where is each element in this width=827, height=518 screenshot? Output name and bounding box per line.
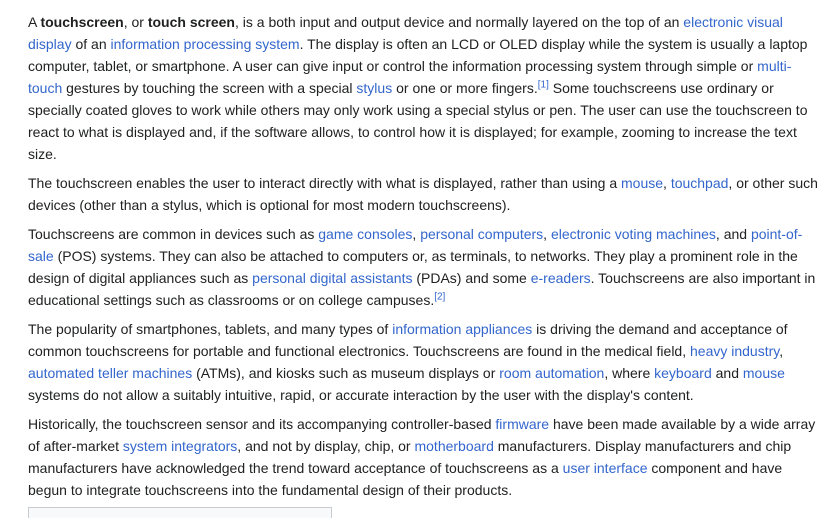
text-run: A: [28, 14, 41, 30]
article-link[interactable]: information appliances: [392, 321, 532, 337]
text-run: ,: [543, 226, 551, 242]
reference-link[interactable]: [1]: [538, 79, 549, 90]
text-run: The touchscreen enables the user to inte…: [28, 175, 621, 191]
reference-marker[interactable]: [2]: [434, 291, 445, 302]
bold-term: touchscreen: [40, 14, 124, 30]
text-run: gestures by touching the screen with a s…: [62, 80, 357, 96]
article-link[interactable]: mouse: [743, 365, 785, 381]
article-body: A touchscreen, or touch screen, is a bot…: [28, 11, 823, 508]
bold-term: touch screen: [147, 14, 235, 30]
text-run: or one or more fingers.: [392, 80, 538, 96]
text-run: and: [711, 365, 743, 381]
text-run: ,: [663, 175, 671, 191]
text-run: Historically, the touchscreen sensor and…: [28, 416, 496, 432]
article-link[interactable]: electronic voting machines: [551, 226, 716, 242]
article-link[interactable]: e-readers: [531, 270, 591, 286]
article-link[interactable]: system integrators: [123, 438, 237, 454]
article-link[interactable]: personal digital assistants: [252, 270, 412, 286]
text-run: , is a both input and output device and …: [234, 14, 684, 30]
text-run: Touchscreens are common in devices such …: [28, 226, 319, 242]
text-run: The popularity of smartphones, tablets, …: [28, 321, 393, 337]
article-link[interactable]: touchpad: [671, 175, 729, 191]
text-run: systems do not allow a suitably intuitiv…: [28, 387, 694, 403]
article-paragraph: Touchscreens are common in devices such …: [28, 223, 823, 311]
article-paragraph: The popularity of smartphones, tablets, …: [28, 318, 823, 406]
article-link[interactable]: user interface: [563, 460, 648, 476]
text-run: (ATMs), and kiosks such as museum displa…: [192, 365, 500, 381]
article-paragraph: Historically, the touchscreen sensor and…: [28, 413, 823, 501]
article-link[interactable]: firmware: [495, 416, 549, 432]
article-link[interactable]: keyboard: [654, 365, 712, 381]
text-run: , and: [715, 226, 751, 242]
article-paragraph: A touchscreen, or touch screen, is a bot…: [28, 11, 823, 165]
text-run: , where: [604, 365, 655, 381]
article-link[interactable]: game consoles: [318, 226, 412, 242]
infobox-edge: [28, 507, 332, 518]
article-link[interactable]: personal computers: [420, 226, 543, 242]
text-run: ,: [779, 343, 784, 359]
article-link[interactable]: room automation: [499, 365, 604, 381]
article-link[interactable]: stylus: [356, 80, 392, 96]
text-run: , and not by display, chip, or: [237, 438, 415, 454]
text-run: (PDAs) and some: [412, 270, 531, 286]
reference-marker[interactable]: [1]: [538, 79, 549, 90]
article-link[interactable]: automated teller machines: [28, 365, 192, 381]
text-run: , or: [123, 14, 148, 30]
article-paragraph: The touchscreen enables the user to inte…: [28, 172, 823, 216]
article-link[interactable]: motherboard: [414, 438, 493, 454]
article-link[interactable]: information processing system: [111, 36, 300, 52]
article-link[interactable]: heavy industry: [690, 343, 779, 359]
text-run: of an: [71, 36, 111, 52]
reference-link[interactable]: [2]: [434, 291, 445, 302]
article-link[interactable]: mouse: [621, 175, 663, 191]
